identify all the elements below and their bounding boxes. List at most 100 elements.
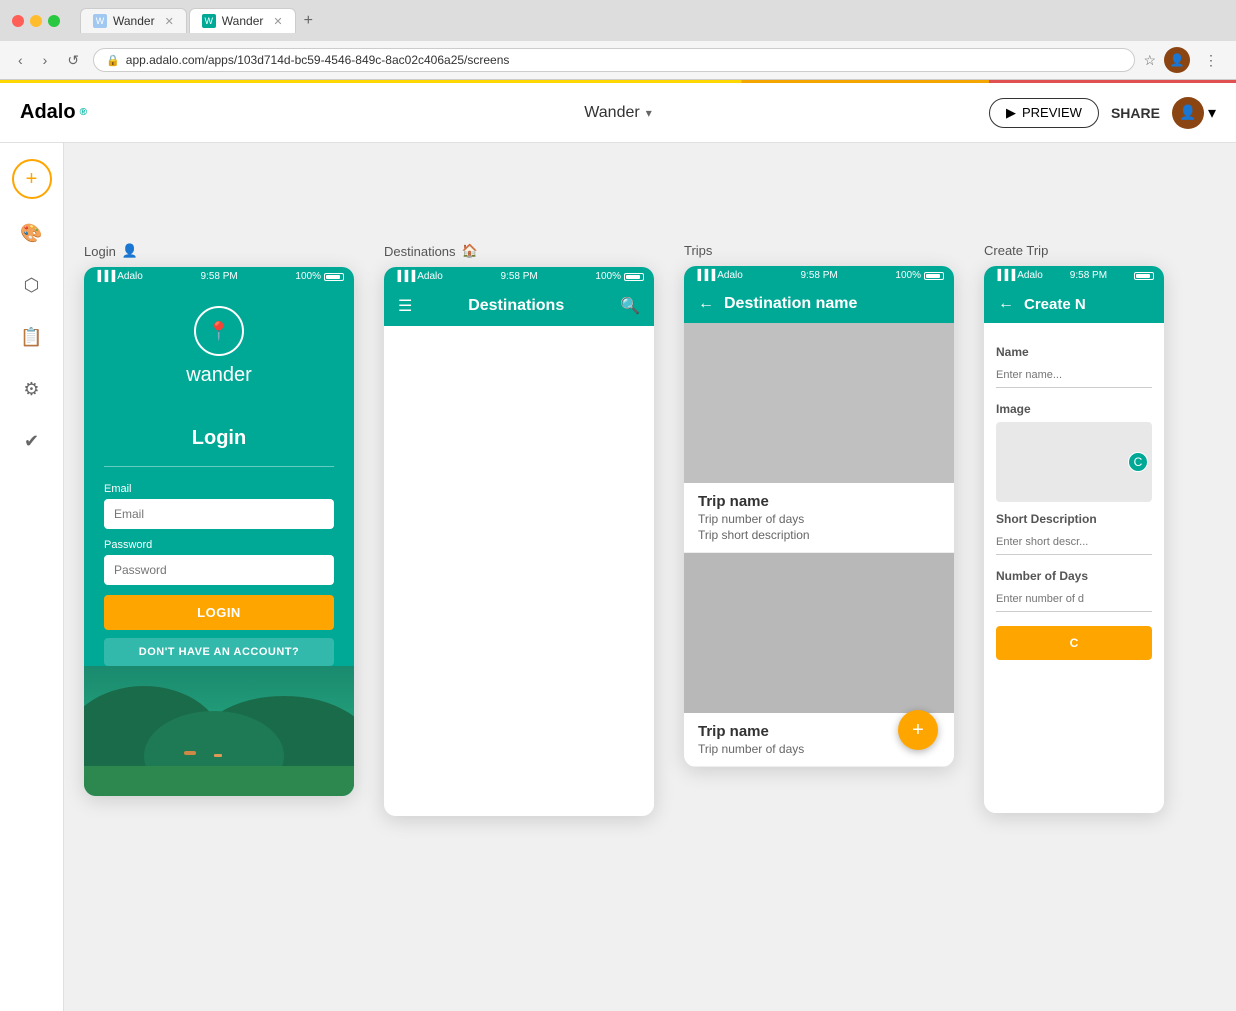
image-field-label: Image <box>996 402 1152 416</box>
minimize-traffic-light[interactable] <box>30 15 42 27</box>
trip-desc-1: Trip short description <box>698 528 940 542</box>
tab-close-1[interactable]: ✕ <box>165 15 174 28</box>
reload-button[interactable]: ↺ <box>61 49 85 72</box>
login-button[interactable]: LOGIN <box>104 595 334 630</box>
create-trip-phone: ▐▐▐ Adalo 9:58 PM ← Create N Name <box>984 266 1164 813</box>
login-status-left: ▐▐▐ Adalo <box>94 271 143 282</box>
create-trip-nav-title: Create N <box>1024 296 1086 313</box>
short-desc-field-input[interactable] <box>996 530 1152 555</box>
trips-screen-container: Trips ▐▐▐ Adalo 9:58 PM 100% <box>684 243 954 767</box>
tab-wander-1[interactable]: W Wander ✕ <box>80 8 187 33</box>
user-menu[interactable]: 👤 ▾ <box>1172 97 1216 129</box>
login-carrier: Adalo <box>117 271 143 282</box>
trips-screen-label: Trips <box>684 243 712 258</box>
tab-close-2[interactable]: ✕ <box>273 15 282 28</box>
wander-logo-letter: 📍 <box>208 321 230 342</box>
destinations-nav: ☰ Destinations 🔍 <box>384 286 654 326</box>
create-status-right <box>1134 272 1154 280</box>
trip-name-1: Trip name <box>698 493 940 510</box>
create-back-icon[interactable]: ← <box>998 295 1014 313</box>
destinations-content <box>384 326 654 816</box>
search-icon[interactable]: 🔍 <box>620 296 640 316</box>
tab-label-2: Wander <box>222 14 264 28</box>
user-avatar-browser[interactable]: 👤 <box>1164 47 1190 73</box>
hamburger-icon[interactable]: ☰ <box>398 296 412 316</box>
create-trip-form: Name Image C Short Description Number of… <box>984 323 1164 813</box>
destinations-status-bar: ▐▐▐ Adalo 9:58 PM 100% <box>384 267 654 286</box>
tab-bar: W Wander ✕ W Wander ✕ + <box>80 8 319 33</box>
image-upload-area[interactable]: C <box>996 422 1152 502</box>
bookmark-button[interactable]: ☆ <box>1143 52 1156 69</box>
login-landscape-image <box>84 666 354 796</box>
trip-card-1[interactable]: Trip name Trip number of days Trip short… <box>684 323 954 553</box>
tab-label-1: Wander <box>113 14 155 28</box>
login-form-area: Login Email Password LOGIN DON'T HAVE AN… <box>84 417 354 666</box>
menu-button[interactable]: ⋮ <box>1198 49 1224 72</box>
trips-status-right: 100% <box>895 270 944 281</box>
login-battery-bar <box>324 273 344 281</box>
email-input[interactable] <box>104 499 334 529</box>
name-field-input[interactable] <box>996 363 1152 388</box>
create-trip-screen-label: Create Trip <box>984 243 1048 258</box>
trips-signal-icon: ▐▐▐ <box>694 270 715 281</box>
login-battery-text: 100% <box>295 271 321 282</box>
main-layout: + 🎨 ⬡ 📋 ⚙ ✔ Login 👤 ▐▐▐ Adalo 9:58 PM <box>0 143 1236 1011</box>
home-icon: 🏠 <box>462 243 478 259</box>
short-desc-field-label: Short Description <box>996 512 1152 526</box>
address-bar[interactable]: 🔒 app.adalo.com/apps/103d714d-bc59-4546-… <box>93 48 1135 72</box>
sidebar: + 🎨 ⬡ 📋 ⚙ ✔ <box>0 143 64 1011</box>
add-component-button[interactable]: + <box>12 159 52 199</box>
login-label-icon: 👤 <box>122 243 138 259</box>
password-input[interactable] <box>104 555 334 585</box>
trips-nav-title: Destination name <box>724 295 940 313</box>
sidebar-item-database[interactable]: 📋 <box>14 319 50 355</box>
create-signal-icon: ▐▐▐ <box>994 270 1015 281</box>
user-menu-chevron: ▾ <box>1208 103 1216 123</box>
maximize-traffic-light[interactable] <box>48 15 60 27</box>
address-text: app.adalo.com/apps/103d714d-bc59-4546-84… <box>126 53 1123 67</box>
dest-carrier: Adalo <box>417 271 443 282</box>
login-divider <box>104 466 334 467</box>
tab-favicon-2: W <box>202 14 216 28</box>
forward-nav-button[interactable]: › <box>37 49 54 71</box>
create-trip-submit-button[interactable]: C <box>996 626 1152 660</box>
dest-battery-bar <box>624 273 644 281</box>
login-header-area: 📍 wander <box>84 286 354 417</box>
app-name-text: Wander <box>584 104 639 122</box>
num-days-field-input[interactable] <box>996 587 1152 612</box>
dest-battery-text: 100% <box>595 271 621 282</box>
sidebar-item-settings[interactable]: ⚙ <box>14 371 50 407</box>
signup-button[interactable]: DON'T HAVE AN ACCOUNT? <box>104 638 334 666</box>
sidebar-item-palette[interactable]: 🎨 <box>14 215 50 251</box>
sidebar-item-checklist[interactable]: ✔ <box>14 423 50 459</box>
create-trip-screen-container: Create Trip ▐▐▐ Adalo 9:58 PM ← <box>984 243 1164 813</box>
header-actions: ▶ PREVIEW SHARE 👤 ▾ <box>989 97 1216 129</box>
create-status-left: ▐▐▐ Adalo <box>994 270 1043 281</box>
trip-card-2[interactable]: Trip name Trip number of days + <box>684 553 954 767</box>
trip-image-2 <box>684 553 954 713</box>
dest-status-left: ▐▐▐ Adalo <box>394 271 443 282</box>
login-phone: ▐▐▐ Adalo 9:58 PM 100% 📍 <box>84 267 354 796</box>
back-nav-button[interactable]: ‹ <box>12 49 29 71</box>
create-time: 9:58 PM <box>1070 270 1107 281</box>
tab-wander-2[interactable]: W Wander ✕ <box>189 8 296 33</box>
adalo-logo-text: Adalo <box>20 101 76 124</box>
trips-fab-button[interactable]: + <box>898 710 938 750</box>
dest-signal-icon: ▐▐▐ <box>394 271 415 282</box>
preview-button[interactable]: ▶ PREVIEW <box>989 98 1099 128</box>
chevron-down-icon[interactable]: ▾ <box>646 106 652 120</box>
destinations-label-text: Destinations <box>384 244 456 259</box>
back-icon[interactable]: ← <box>698 295 714 313</box>
sidebar-item-layers[interactable]: ⬡ <box>14 267 50 303</box>
wander-logo-circle: 📍 <box>194 306 244 356</box>
browser-chrome: W Wander ✕ W Wander ✕ + ‹ › ↺ 🔒 app.adal… <box>0 0 1236 83</box>
email-label: Email <box>104 483 334 495</box>
new-tab-button[interactable]: + <box>298 10 319 32</box>
close-traffic-light[interactable] <box>12 15 24 27</box>
user-avatar: 👤 <box>1172 97 1204 129</box>
image-circle-icon[interactable]: C <box>1128 452 1148 472</box>
trips-carrier: Adalo <box>717 270 743 281</box>
login-screen-label: Login 👤 <box>84 243 138 259</box>
trips-cards-area: Trip name Trip number of days Trip short… <box>684 323 954 767</box>
share-button[interactable]: SHARE <box>1111 105 1160 121</box>
